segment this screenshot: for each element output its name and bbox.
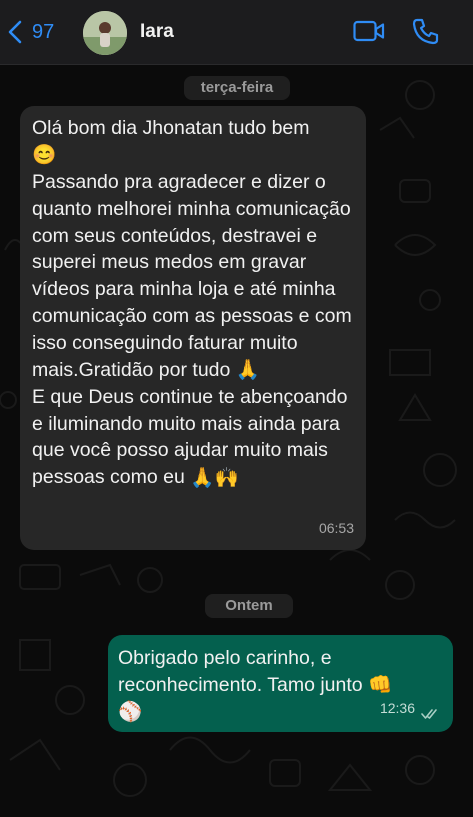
- message-text: Olá bom dia Jhonatan tudo bem 😊 Passando…: [32, 115, 362, 491]
- date-separator: terça-feira: [184, 76, 290, 100]
- phone-icon[interactable]: [412, 17, 440, 45]
- read-receipt-icon: [421, 709, 437, 719]
- back-button[interactable]: 97: [8, 18, 54, 46]
- prayer-raised-hands-emoji: 🙏🙌: [190, 466, 239, 489]
- message-time: 06:53: [318, 520, 354, 537]
- avatar[interactable]: [83, 11, 127, 55]
- date-separator: Ontem: [205, 594, 293, 618]
- baseball-emoji: ⚾: [118, 701, 143, 724]
- contact-name[interactable]: Iara: [140, 21, 174, 43]
- message-time: 12:36: [379, 700, 415, 717]
- smiling-face-emoji: 😊: [32, 144, 57, 167]
- chat-header: 97 Iara: [0, 0, 473, 65]
- folded-hands-emoji: 🙏: [235, 359, 261, 382]
- chevron-left-icon: [8, 20, 22, 44]
- incoming-message[interactable]: Olá bom dia Jhonatan tudo bem 😊 Passando…: [20, 106, 366, 550]
- outgoing-message[interactable]: Obrigado pelo carinho, e reconhecimento.…: [108, 635, 453, 732]
- unread-count: 97: [32, 20, 55, 43]
- video-call-icon[interactable]: [353, 19, 385, 43]
